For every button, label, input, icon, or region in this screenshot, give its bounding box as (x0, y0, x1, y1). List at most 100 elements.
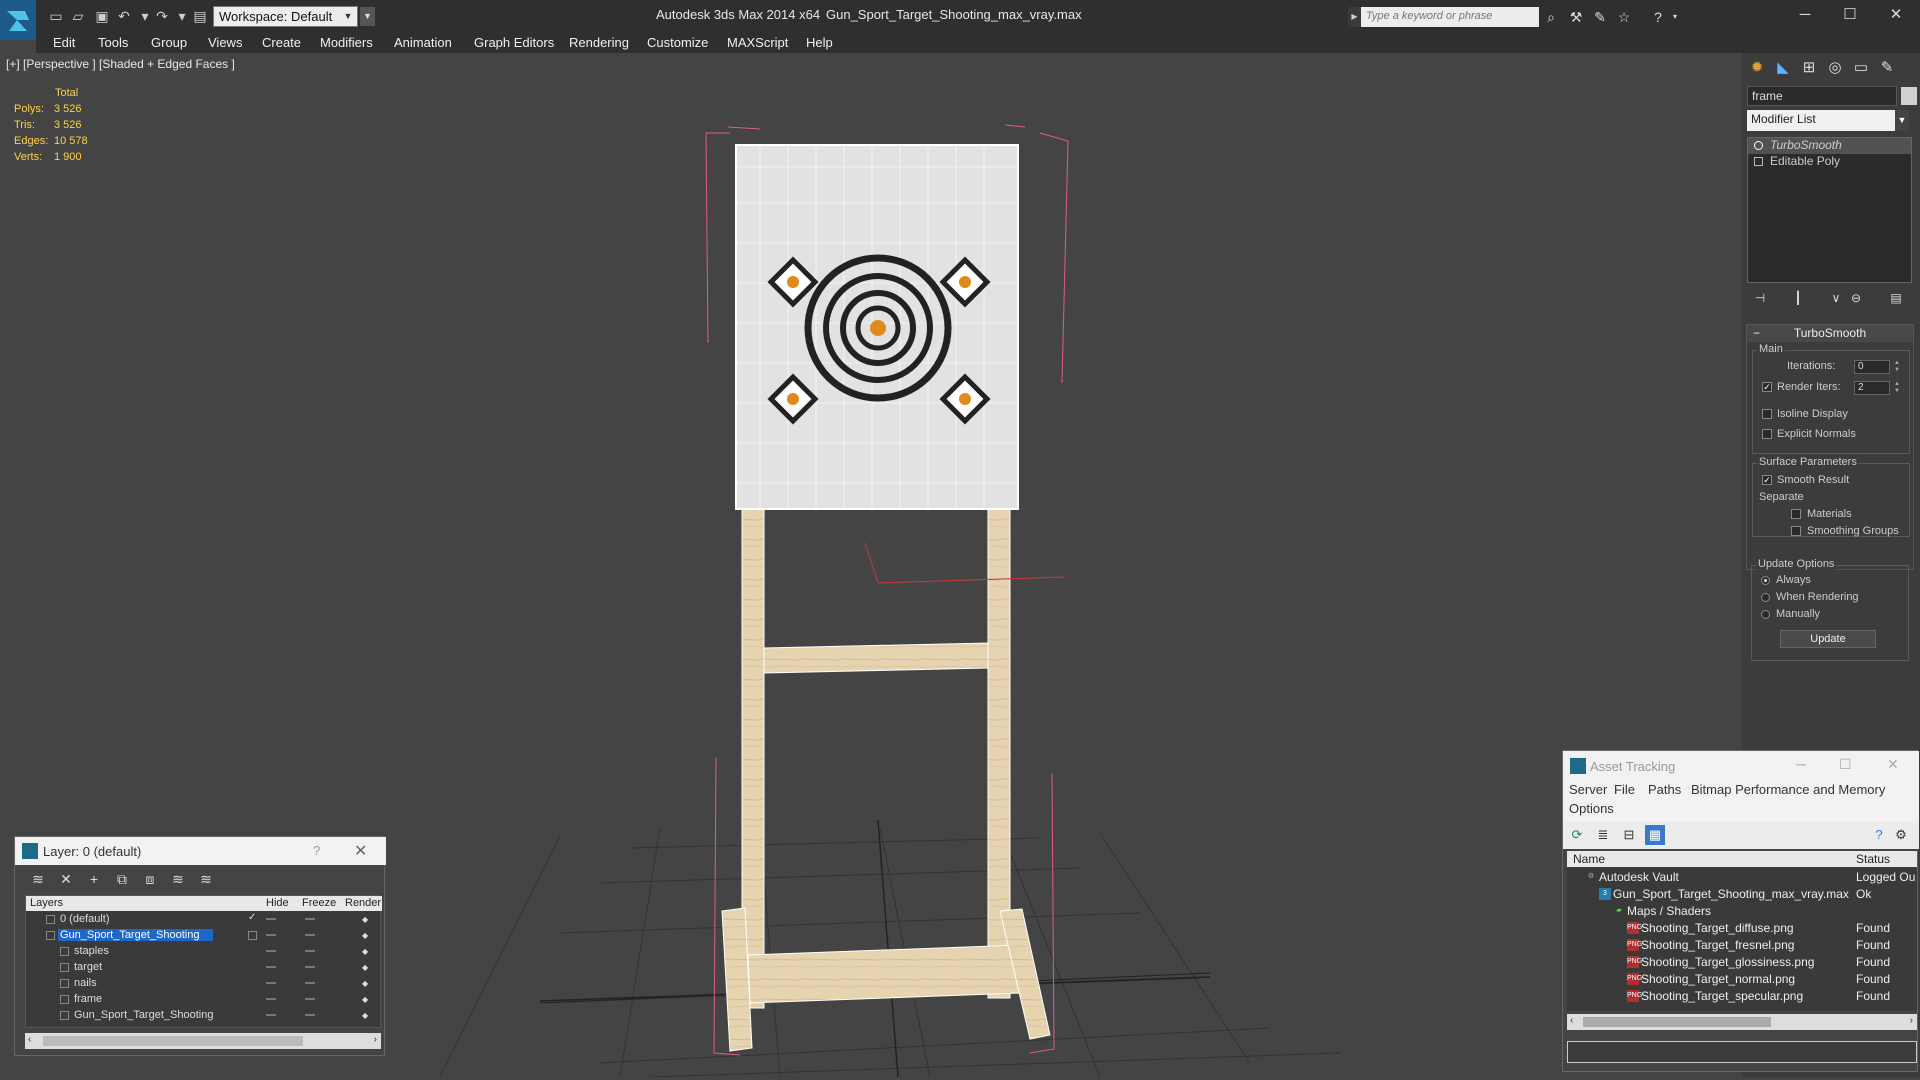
layer-row[interactable]: Gun_Sport_Target_Shooting ◆ (26, 1008, 382, 1024)
current-layer-check-icon[interactable]: ✓ (248, 912, 256, 923)
render-teapot-icon[interactable]: ◆ (362, 1011, 372, 1020)
subscription-icon[interactable]: ⚒ (1566, 7, 1586, 27)
menu-rendering[interactable]: Rendering (569, 35, 629, 50)
asset-window-titlebar[interactable]: Asset Tracking ─ ☐ ✕ (1563, 751, 1919, 781)
select-objects-icon[interactable]: ⧉ (111, 869, 133, 889)
stack-item-turbosmooth[interactable]: TurboSmooth (1748, 138, 1911, 154)
smooth-result-checkbox[interactable]: ✓ (1762, 475, 1772, 485)
menu-maxscript[interactable]: MAXScript (727, 35, 788, 50)
freeze-toggle[interactable] (305, 1014, 315, 1016)
hide-toggle[interactable] (266, 934, 276, 936)
object-color-swatch[interactable] (1901, 87, 1917, 105)
spinner-arrows-icon[interactable]: ▲ ▼ (1893, 360, 1901, 374)
render-iters-checkbox[interactable]: ✓ (1762, 382, 1772, 392)
menu-help[interactable]: Help (806, 35, 833, 50)
workspace-dropdown-button[interactable]: ▼ (360, 7, 375, 26)
settings-icon[interactable]: ⚙ (1891, 825, 1911, 845)
expand-icon[interactable] (1754, 157, 1763, 166)
help-dropdown-icon[interactable]: ▾ (1665, 7, 1685, 27)
search-expand-icon[interactable]: ▶ (1348, 7, 1361, 27)
help-icon[interactable]: ? (1869, 825, 1889, 845)
layer-row[interactable]: frame ◆ (26, 992, 382, 1008)
hide-toggle[interactable] (266, 1014, 276, 1016)
search-input[interactable]: Type a keyword or phrase (1361, 7, 1539, 27)
layer-row[interactable]: staples ◆ (26, 944, 382, 960)
always-radio[interactable] (1761, 576, 1770, 585)
tree-view-icon[interactable]: ⊟ (1619, 825, 1639, 845)
highlight-layer-icon[interactable]: ⧈ (139, 869, 161, 889)
col-render[interactable]: Render (345, 897, 381, 909)
materials-checkbox[interactable] (1791, 509, 1801, 519)
col-hide[interactable]: Hide (266, 897, 289, 909)
modify-tab-icon[interactable]: ◣ (1772, 56, 1794, 80)
close-icon[interactable]: ✕ (354, 841, 367, 861)
hide-toggle[interactable] (266, 950, 276, 952)
scrollbar-thumb[interactable] (1583, 1017, 1771, 1027)
isoline-display-checkbox[interactable] (1762, 409, 1772, 419)
menu-animation[interactable]: Animation (394, 35, 452, 50)
freeze-all-icon[interactable]: ≋ (195, 869, 217, 889)
hide-toggle[interactable] (266, 966, 276, 968)
save-icon[interactable]: ▣ (92, 7, 112, 25)
menu-customize[interactable]: Customize (647, 35, 708, 50)
asset-row[interactable]: PNG Shooting_Target_normal.png Found (1567, 971, 1917, 988)
maximize-icon[interactable]: ☐ (1839, 756, 1852, 773)
when-rendering-radio[interactable] (1761, 593, 1770, 602)
asset-row[interactable]: ⚙ Autodesk Vault Logged Ou (1567, 869, 1917, 886)
redo-dropdown-icon[interactable]: ▾ (172, 7, 192, 25)
project-folder-icon[interactable]: ▤ (190, 7, 210, 25)
freeze-toggle[interactable] (305, 998, 315, 1000)
hierarchy-tab-icon[interactable]: ⊞ (1798, 56, 1820, 80)
col-layers[interactable]: Layers (30, 897, 63, 909)
refresh-icon[interactable]: ⟳ (1567, 825, 1587, 845)
menu-tools[interactable]: Tools (98, 35, 128, 50)
minimize-icon[interactable]: ─ (1796, 756, 1806, 772)
set-current-layer-icon[interactable] (248, 931, 257, 940)
create-tab-icon[interactable]: ✹ (1746, 56, 1768, 80)
asset-path-field[interactable] (1567, 1041, 1917, 1063)
minimize-button[interactable]: ─ (1785, 3, 1825, 27)
col-name[interactable]: Name (1573, 852, 1605, 866)
col-status[interactable]: Status (1856, 852, 1890, 866)
binoculars-icon[interactable]: ⌕ (1541, 7, 1561, 27)
horizontal-scrollbar[interactable]: ‹ › (25, 1033, 381, 1049)
horizontal-scrollbar[interactable]: ‹ › (1567, 1014, 1917, 1030)
freeze-toggle[interactable] (305, 918, 315, 920)
layer-window-titlebar[interactable]: Layer: 0 (default) ? ✕ (15, 837, 386, 865)
app-menu-button[interactable] (0, 0, 36, 40)
freeze-toggle[interactable] (305, 982, 315, 984)
scroll-left-icon[interactable]: ‹ (1570, 1015, 1573, 1026)
redo-icon[interactable]: ↷ (152, 7, 172, 25)
show-end-result-icon[interactable]: ┃ (1789, 289, 1807, 307)
motion-tab-icon[interactable]: ◎ (1824, 56, 1846, 80)
render-teapot-icon[interactable]: ◆ (362, 963, 372, 972)
open-file-icon[interactable]: ▱ (68, 7, 88, 25)
close-icon[interactable]: ✕ (1887, 756, 1899, 773)
menu-bitmap-performance[interactable]: Bitmap Performance and Memory (1691, 782, 1885, 797)
update-button[interactable]: Update (1780, 630, 1876, 648)
close-button[interactable]: ✕ (1876, 3, 1916, 27)
menu-create[interactable]: Create (262, 35, 301, 50)
render-teapot-icon[interactable]: ◆ (362, 947, 372, 956)
make-unique-icon[interactable]: ∨ (1827, 289, 1845, 307)
list-view-icon[interactable]: ≣ (1593, 825, 1613, 845)
freeze-toggle[interactable] (305, 934, 315, 936)
communication-icon[interactable]: ✎ (1590, 7, 1610, 27)
hide-toggle[interactable] (266, 998, 276, 1000)
render-teapot-icon[interactable]: ◆ (362, 979, 372, 988)
render-teapot-icon[interactable]: ◆ (362, 931, 372, 940)
object-name-field[interactable]: frame (1747, 86, 1897, 106)
menu-edit[interactable]: Edit (53, 35, 75, 50)
scroll-right-icon[interactable]: › (374, 1034, 377, 1045)
iterations-spinner[interactable]: 0 (1854, 360, 1890, 374)
help-icon[interactable]: ? (313, 843, 320, 858)
hide-all-icon[interactable]: ≋ (167, 869, 189, 889)
render-teapot-icon[interactable]: ◆ (362, 915, 372, 924)
menu-server[interactable]: Server (1569, 782, 1607, 797)
lightbulb-icon[interactable] (1754, 141, 1763, 150)
undo-icon[interactable]: ↶ (114, 7, 134, 25)
layer-row[interactable]: Gun_Sport_Target_Shooting ◆ (26, 928, 382, 944)
add-to-layer-icon[interactable]: + (83, 869, 105, 889)
spinner-arrows-icon[interactable]: ▲ ▼ (1893, 381, 1901, 395)
table-view-icon[interactable]: ▦ (1645, 825, 1665, 845)
